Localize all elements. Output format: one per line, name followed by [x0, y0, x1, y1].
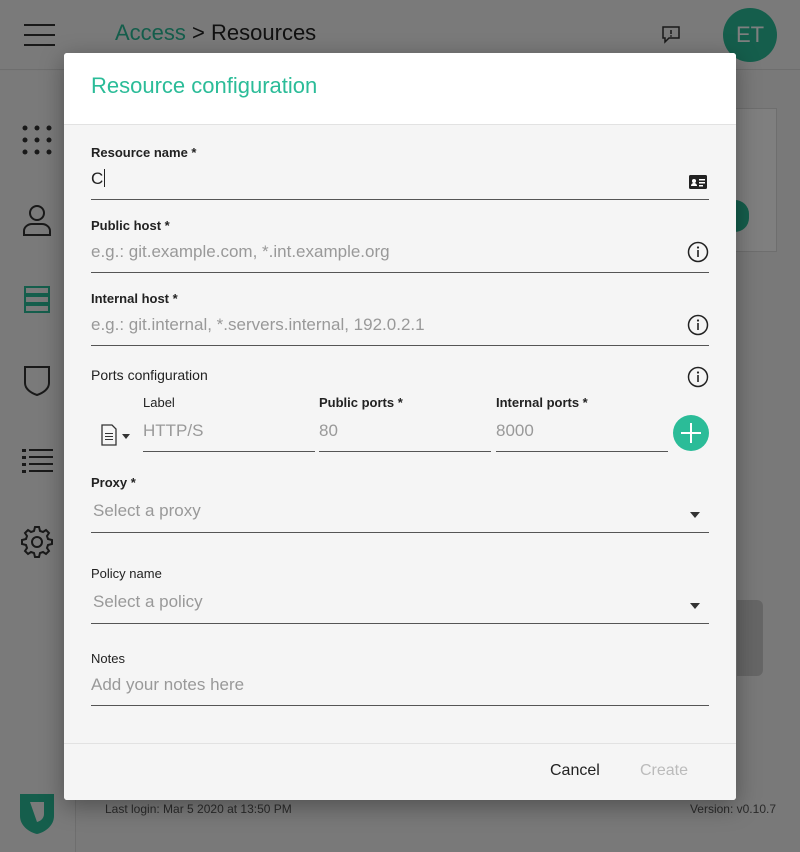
public-ports-header: Public ports * [319, 395, 403, 410]
chevron-down-icon[interactable] [690, 512, 700, 518]
proxy-underline [91, 532, 709, 533]
public-host-label: Public host * [91, 218, 170, 233]
resource-configuration-dialog: Resource configuration Resource name * C… [64, 53, 736, 800]
notes-label: Notes [91, 651, 125, 666]
proxy-select-value[interactable]: Select a proxy [93, 501, 201, 521]
add-port-button[interactable] [673, 415, 709, 451]
proxy-select[interactable]: Proxy * Select a proxy [91, 475, 709, 535]
ports-row: Label HTTP/S Public ports * 80 Internal … [91, 395, 709, 455]
ports-configuration-header: Ports configuration [91, 366, 709, 395]
public-ports-column[interactable]: Public ports * 80 [319, 395, 491, 453]
id-card-icon[interactable] [687, 171, 709, 193]
info-icon[interactable] [687, 241, 709, 263]
info-icon[interactable] [687, 314, 709, 336]
resource-name-field[interactable]: Resource name * C [91, 145, 709, 201]
public-host-input[interactable]: e.g.: git.example.com, *.int.example.org [91, 242, 390, 262]
internal-host-field[interactable]: Internal host * e.g.: git.internal, *.se… [91, 291, 709, 347]
create-button[interactable]: Create [640, 762, 688, 780]
internal-ports-underline [496, 451, 668, 452]
dialog-header: Resource configuration [64, 53, 736, 125]
ports-configuration-label: Ports configuration [91, 367, 208, 383]
resource-name-label: Resource name * [91, 145, 197, 160]
resource-name-underline [91, 199, 709, 200]
port-label-header: Label [143, 395, 175, 410]
proxy-label: Proxy * [91, 475, 136, 490]
document-icon[interactable] [100, 423, 134, 447]
internal-ports-input[interactable]: 8000 [496, 421, 534, 441]
notes-underline [91, 705, 709, 706]
public-host-underline [91, 272, 709, 273]
dialog-title: Resource configuration [91, 73, 318, 98]
port-label-input[interactable]: HTTP/S [143, 421, 203, 441]
policy-select[interactable]: Policy name Select a policy [91, 566, 709, 626]
text-cursor [104, 169, 106, 187]
public-ports-underline [319, 451, 491, 452]
internal-host-input[interactable]: e.g.: git.internal, *.servers.internal, … [91, 315, 425, 335]
internal-ports-column[interactable]: Internal ports * 8000 [496, 395, 668, 453]
notes-input[interactable]: Add your notes here [91, 675, 244, 695]
port-label-underline [143, 451, 315, 452]
internal-host-label: Internal host * [91, 291, 178, 306]
policy-label: Policy name [91, 566, 162, 581]
public-host-field[interactable]: Public host * e.g.: git.example.com, *.i… [91, 218, 709, 274]
dialog-footer: Cancel Create [64, 743, 736, 800]
port-label-column[interactable]: Label HTTP/S [143, 395, 315, 453]
public-ports-input[interactable]: 80 [319, 421, 338, 441]
notes-field[interactable]: Notes Add your notes here [91, 651, 709, 707]
internal-host-underline [91, 345, 709, 346]
policy-select-value[interactable]: Select a policy [93, 592, 203, 612]
internal-ports-header: Internal ports * [496, 395, 588, 410]
chevron-down-icon[interactable] [690, 603, 700, 609]
resource-name-input[interactable]: C [91, 169, 106, 189]
info-icon[interactable] [687, 366, 709, 388]
policy-underline [91, 623, 709, 624]
cancel-button[interactable]: Cancel [550, 762, 600, 780]
